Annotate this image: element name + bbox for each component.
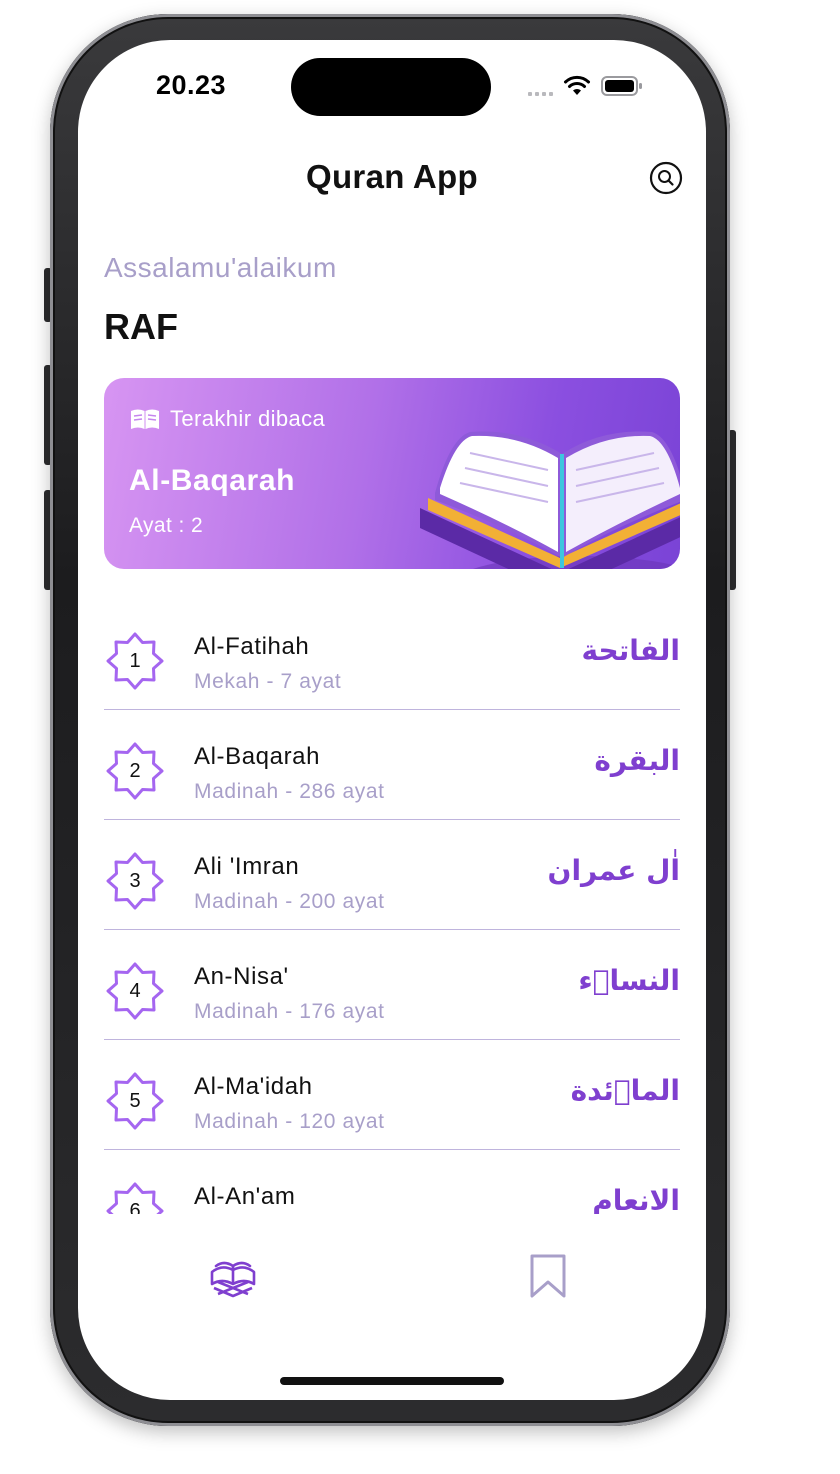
- bookmark-icon: [530, 1254, 566, 1298]
- surah-row[interactable]: 5 Al-Ma'idah Madinah - 120 ayat الماۤئدة: [104, 1040, 680, 1150]
- surah-meta: Madinah - 200 ayat: [194, 890, 385, 913]
- search-button[interactable]: [648, 160, 684, 196]
- surah-number: 6: [129, 1199, 141, 1215]
- status-time: 20.23: [156, 70, 227, 100]
- surah-number: 4: [129, 979, 141, 1002]
- surah-meta: Madinah - 120 ayat: [194, 1110, 385, 1133]
- surah-number-badge: 2: [106, 742, 164, 800]
- surah-number-badge: 6: [106, 1182, 164, 1214]
- surah-row[interactable]: 6 Al-An'am Mekah - 165 ayat الانعام: [104, 1150, 680, 1214]
- open-book-icon: [131, 409, 159, 429]
- search-icon: [649, 161, 683, 195]
- home-indicator: [280, 1377, 504, 1385]
- surah-number-badge: 4: [106, 962, 164, 1020]
- surah-meta: Mekah - 7 ayat: [194, 670, 342, 693]
- status-icons: [528, 74, 643, 98]
- battery-icon: [601, 75, 643, 97]
- surah-arabic-name: الماۤئدة: [570, 1074, 680, 1107]
- quran-book-illustration: [420, 431, 680, 569]
- surah-latin-name: Al-Fatihah: [194, 633, 310, 660]
- surah-latin-name: Al-Baqarah: [194, 743, 321, 770]
- user-name: RAF: [104, 306, 178, 347]
- cellular-signal-icon: [528, 76, 553, 96]
- surah-arabic-name: البقرة: [594, 744, 680, 777]
- surah-latin-name: Al-Ma'idah: [194, 1073, 313, 1100]
- wifi-icon: [563, 75, 591, 97]
- surah-row[interactable]: 2 Al-Baqarah Madinah - 286 ayat البقرة: [104, 710, 680, 820]
- surah-row[interactable]: 1 Al-Fatihah Mekah - 7 ayat الفاتحة: [104, 600, 680, 710]
- app-screen: 20.23 Quran App Assalamu'alaikum RAF Ter…: [78, 40, 706, 1400]
- surah-list: 1 Al-Fatihah Mekah - 7 ayat الفاتحة 2 Al…: [104, 600, 680, 1214]
- surah-number-badge: 5: [106, 1072, 164, 1130]
- surah-number: 5: [129, 1089, 141, 1112]
- greeting-text: Assalamu'alaikum: [104, 252, 337, 283]
- surah-row[interactable]: 4 An-Nisa' Madinah - 176 ayat النساۤء: [104, 930, 680, 1040]
- surah-number: 1: [129, 649, 141, 672]
- nav-quran-tab[interactable]: [208, 1254, 258, 1298]
- quran-book-icon: [210, 1261, 256, 1298]
- last-read-header: Terakhir dibaca: [129, 406, 325, 432]
- surah-meta: Madinah - 286 ayat: [194, 780, 385, 803]
- last-read-ayat: Ayat : 2: [129, 514, 204, 537]
- surah-arabic-name: الفاتحة: [581, 634, 680, 667]
- last-read-label: Terakhir dibaca: [170, 406, 326, 431]
- surah-number: 3: [129, 869, 141, 892]
- surah-number-badge: 1: [106, 632, 164, 690]
- surah-latin-name: An-Nisa': [194, 963, 289, 990]
- dynamic-island: [291, 58, 491, 116]
- surah-row[interactable]: 3 Ali 'Imran Madinah - 200 ayat اٰل عمرا…: [104, 820, 680, 930]
- surah-number: 2: [129, 759, 141, 782]
- surah-arabic-name: اٰل عمران: [547, 854, 680, 887]
- surah-arabic-name: الانعام: [592, 1184, 680, 1214]
- surah-number-badge: 3: [106, 852, 164, 910]
- surah-latin-name: Ali 'Imran: [194, 853, 300, 880]
- page-title: Quran App: [306, 158, 478, 195]
- surah-meta: Madinah - 176 ayat: [194, 1000, 385, 1023]
- surah-latin-name: Al-An'am: [194, 1183, 296, 1210]
- surah-arabic-name: النساۤء: [578, 964, 680, 997]
- last-read-card[interactable]: Terakhir dibaca Al-Baqarah Ayat : 2: [104, 378, 680, 569]
- last-read-surah: Al-Baqarah: [129, 464, 296, 497]
- nav-bookmark-tab[interactable]: [528, 1252, 568, 1300]
